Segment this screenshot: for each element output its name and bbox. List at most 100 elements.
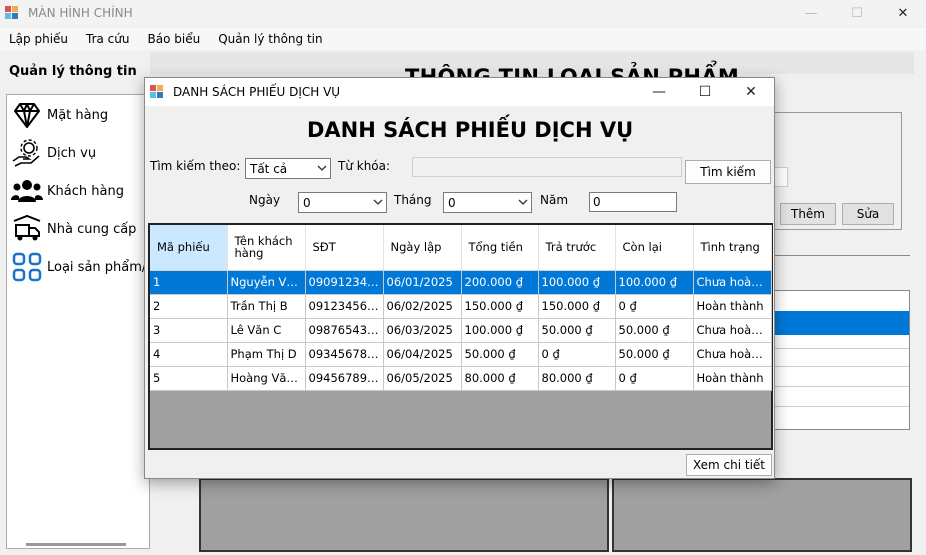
dialog-maximize-icon[interactable]: ☐: [682, 78, 728, 106]
sidebar-item-label: Nhà cung cấp: [47, 221, 137, 237]
day-value: 0: [303, 195, 311, 210]
sidebar-item-dich-vu[interactable]: Dịch vụ: [11, 137, 96, 169]
keyword-input[interactable]: [412, 157, 682, 177]
table-cell[interactable]: 0 ₫: [538, 342, 616, 367]
column-header[interactable]: Ngày lập: [383, 225, 462, 271]
column-header[interactable]: Tên khách hàng: [227, 225, 306, 271]
dialog-heading: DANH SÁCH PHIẾU DỊCH VỤ: [307, 118, 634, 142]
column-header[interactable]: Trả trước: [538, 225, 616, 271]
table-cell[interactable]: 0945678901: [305, 366, 384, 391]
table-cell[interactable]: 80.000 ₫: [461, 366, 539, 391]
table-cell[interactable]: Trần Thị B: [227, 294, 306, 319]
table-cell[interactable]: Phạm Thị D: [227, 342, 306, 367]
table-cell[interactable]: Lê Văn C: [227, 318, 306, 343]
service-ticket-grid[interactable]: Mã phiếu Tên khách hàng SĐT Ngày lập Tổn…: [148, 223, 773, 450]
sidebar-item-label: Mặt hàng: [47, 107, 109, 123]
table-cell[interactable]: 06/02/2025: [383, 294, 462, 319]
sidebar-item-nha-cung-cap[interactable]: Nhà cung cấp: [11, 213, 136, 245]
close-icon[interactable]: ✕: [880, 0, 926, 26]
maximize-icon[interactable]: ☐: [834, 0, 880, 26]
table-cell[interactable]: 150.000 ₫: [538, 294, 616, 319]
column-header[interactable]: Tổng tiền: [461, 225, 539, 271]
day-select[interactable]: 0: [298, 192, 387, 213]
table-cell[interactable]: 3: [150, 318, 228, 343]
column-header[interactable]: Tình trạng: [693, 225, 772, 271]
table-row[interactable]: 3 Lê Văn C 0987654321 06/03/2025 100.000…: [150, 318, 772, 343]
table-cell[interactable]: 5: [150, 366, 228, 391]
view-detail-button[interactable]: Xem chi tiết: [686, 454, 772, 476]
table-cell[interactable]: 80.000 ₫: [538, 366, 616, 391]
menu-quan-ly-thong-tin[interactable]: Quản lý thông tin: [211, 32, 329, 46]
sidebar-item-mat-hang[interactable]: Mặt hàng: [11, 99, 108, 131]
table-cell[interactable]: 1: [150, 270, 228, 295]
table-cell[interactable]: 50.000 ₫: [615, 318, 694, 343]
table-cell[interactable]: 4: [150, 342, 228, 367]
table-cell[interactable]: Nguyễn Văn A: [227, 270, 306, 295]
table-cell[interactable]: 0987654321: [305, 318, 384, 343]
table-cell[interactable]: 0 ₫: [615, 294, 694, 319]
background-list[interactable]: [772, 290, 910, 430]
table-cell[interactable]: Chưa hoàn thành: [693, 342, 772, 367]
menu-tra-cuu[interactable]: Tra cứu: [79, 32, 136, 46]
table-cell[interactable]: Hoàng Văn E: [227, 366, 306, 391]
search-by-select[interactable]: Tất cả: [245, 158, 331, 179]
table-cell[interactable]: 0934567890: [305, 342, 384, 367]
table-cell[interactable]: 06/03/2025: [383, 318, 462, 343]
add-button[interactable]: Thêm: [780, 203, 836, 225]
sidebar-item-khach-hang[interactable]: Khách hàng: [11, 175, 124, 207]
app-icon: [5, 6, 19, 20]
table-cell[interactable]: 0 ₫: [615, 366, 694, 391]
table-row[interactable]: 5 Hoàng Văn E 0945678901 06/05/2025 80.0…: [150, 366, 772, 391]
dialog-close-icon[interactable]: ✕: [728, 78, 774, 106]
table-row[interactable]: 2 Trần Thị B 0912345678 06/02/2025 150.0…: [150, 294, 772, 319]
minimize-icon[interactable]: —: [788, 0, 834, 26]
table-cell[interactable]: 100.000 ₫: [615, 270, 694, 295]
edit-button[interactable]: Sửa: [842, 203, 894, 225]
table-cell[interactable]: 50.000 ₫: [538, 318, 616, 343]
table-cell[interactable]: 06/04/2025: [383, 342, 462, 367]
search-button[interactable]: Tìm kiếm: [685, 160, 771, 184]
table-cell[interactable]: 100.000 ₫: [538, 270, 616, 295]
background-divider: [772, 255, 910, 285]
table-cell[interactable]: Hoàn thành: [693, 366, 772, 391]
truck-icon: [13, 214, 41, 241]
table-cell[interactable]: 0912345678: [305, 294, 384, 319]
sidebar-item-loai-san-pham[interactable]: Loại sản phẩm/: [11, 251, 146, 283]
table-cell[interactable]: 0909123456: [305, 270, 384, 295]
grid-icon: [12, 252, 42, 282]
dialog-app-icon: [150, 85, 164, 99]
chevron-down-icon: [317, 165, 327, 171]
keyword-label: Từ khóa:: [338, 159, 391, 173]
month-value: 0: [448, 195, 456, 210]
table-cell[interactable]: 200.000 ₫: [461, 270, 539, 295]
table-header-row: Mã phiếu Tên khách hàng SĐT Ngày lập Tổn…: [150, 225, 772, 271]
table-cell[interactable]: Chưa hoàn thành: [693, 318, 772, 343]
column-header[interactable]: Mã phiếu: [150, 225, 228, 271]
month-select[interactable]: 0: [443, 192, 532, 213]
sidebar-item-label: Dịch vụ: [47, 145, 97, 161]
table-cell[interactable]: 50.000 ₫: [615, 342, 694, 367]
sidebar-title: Quản lý thông tin: [9, 64, 137, 79]
month-label: Tháng: [394, 193, 432, 207]
table-cell[interactable]: Chưa hoàn thành: [693, 270, 772, 295]
year-input[interactable]: 0: [589, 192, 677, 212]
sidebar-scrollbar[interactable]: [26, 543, 126, 546]
table-cell[interactable]: Hoàn thành: [693, 294, 772, 319]
dialog-minimize-icon[interactable]: —: [636, 78, 682, 106]
service-ticket-table: Mã phiếu Tên khách hàng SĐT Ngày lập Tổn…: [150, 225, 772, 391]
table-cell[interactable]: 100.000 ₫: [461, 318, 539, 343]
chevron-down-icon: [373, 199, 383, 205]
table-cell[interactable]: 2: [150, 294, 228, 319]
column-header[interactable]: SĐT: [305, 225, 384, 271]
table-cell[interactable]: 50.000 ₫: [461, 342, 539, 367]
table-row[interactable]: 4 Phạm Thị D 0934567890 06/04/2025 50.00…: [150, 342, 772, 367]
column-header[interactable]: Còn lại: [615, 225, 694, 271]
table-cell[interactable]: 06/05/2025: [383, 366, 462, 391]
menu-lap-phieu[interactable]: Lập phiếu: [2, 32, 75, 46]
table-cell[interactable]: 150.000 ₫: [461, 294, 539, 319]
table-row[interactable]: 1 Nguyễn Văn A 0909123456 06/01/2025 200…: [150, 270, 772, 295]
menu-bao-bieu[interactable]: Báo biểu: [141, 32, 208, 46]
table-cell[interactable]: 06/01/2025: [383, 270, 462, 295]
background-list-selected-row[interactable]: [773, 311, 909, 335]
main-window-title: MÀN HÌNH CHÍNH: [28, 6, 133, 20]
